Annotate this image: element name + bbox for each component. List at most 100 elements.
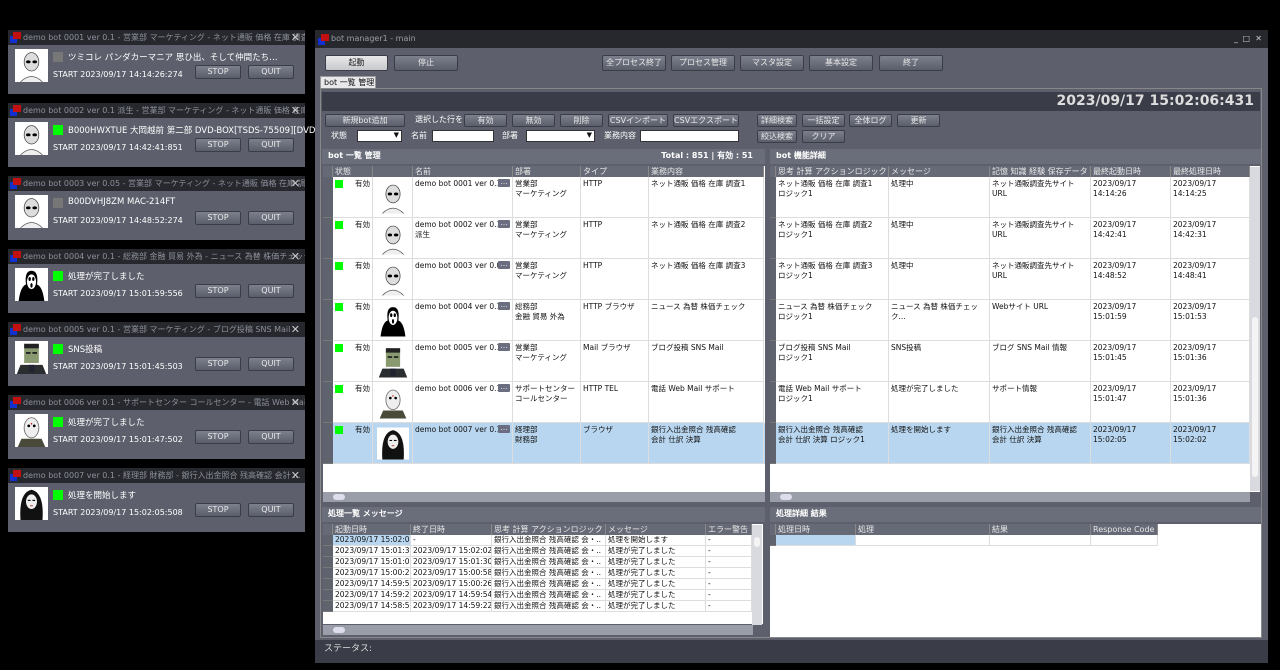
messages-vscrollbar[interactable] [752, 525, 762, 625]
table-row[interactable]: 電話 Web Mail サポート ロジック1 処理が完了しました サポート情報 202… [770, 382, 1250, 423]
detail-search-button[interactable]: 詳細検索 [757, 114, 797, 127]
table-row[interactable]: 2023/09/17 15:01:01 2023/09/17 15:01:30 銀行… [323, 557, 752, 568]
csv-import-button[interactable]: CSVインポート [608, 114, 668, 127]
table-row[interactable]: 銀行入出金照合 残高確認 会計 仕訳 決算 ロジック1 処理を開始します 銀行入出金… [770, 423, 1250, 464]
close-icon[interactable]: ✕ [291, 395, 300, 410]
close-icon[interactable]: ✕ [291, 468, 300, 483]
column-header[interactable]: 部署 [513, 166, 581, 177]
column-header[interactable]: メッセージ [606, 524, 706, 535]
table-row[interactable]: 有効 demo bot 0004 ver 0.1… 総務部 金融 貿易 外為 HTTP… [323, 300, 765, 341]
row-header[interactable] [323, 341, 333, 382]
stop-button[interactable]: STOP [195, 211, 241, 225]
table-row[interactable]: ネット通販 価格 在庫 調査1 ロジック1 処理中 ネット通販調査先サイトURL 20… [770, 177, 1250, 218]
stop-button[interactable]: STOP [195, 65, 241, 79]
column-header[interactable]: 結果 [990, 524, 1091, 535]
more-button[interactable]: … [498, 220, 510, 228]
table-row[interactable]: 2023/09/17 15:01:33 2023/09/17 15:02:02 銀行… [323, 546, 752, 557]
quit-button[interactable]: QUIT [248, 430, 294, 444]
more-button[interactable]: … [498, 179, 510, 187]
table-row[interactable]: ニュース 為替 株価チェック ロジック1 ニュース 為替 株価チェック... Web… [770, 300, 1250, 341]
quit-button[interactable]: QUIT [248, 138, 294, 152]
all-logs-button[interactable]: 全体ログ [849, 114, 892, 127]
column-header[interactable]: 記憶 知識 経験 保存データ [990, 166, 1091, 177]
bot-detail-hscrollbar[interactable] [770, 492, 1250, 502]
table-row[interactable]: 有効 demo bot 0006 ver 0.1… サポートセンター コールセンター… [323, 382, 765, 423]
column-header[interactable]: 終了日時 [411, 524, 492, 535]
table-row[interactable]: ブログ投稿 SNS Mail ロジック1 SNS投稿 ブログ SNS Mail 情報… [770, 341, 1250, 382]
row-header[interactable] [323, 546, 333, 557]
row-header[interactable] [323, 557, 333, 568]
table-row[interactable]: 有効 demo bot 0005 ver 0.1… 営業部 マーケティング Mail … [323, 341, 765, 382]
more-button[interactable]: … [498, 261, 510, 269]
column-header[interactable]: 業務内容 [649, 166, 764, 177]
row-header[interactable] [323, 218, 333, 259]
column-header[interactable]: 処理日時 [776, 524, 856, 535]
stop-button[interactable]: STOP [195, 503, 241, 517]
quit-button[interactable]: QUIT [248, 65, 294, 79]
maximize-button[interactable]: □ [1242, 30, 1250, 48]
row-header[interactable] [323, 177, 333, 218]
csv-export-button[interactable]: CSVエクスポート [673, 114, 739, 127]
quit-button[interactable]: QUIT [248, 503, 294, 517]
column-header[interactable]: 思考 計算 アクションロジック [492, 524, 606, 535]
all-process-end-button[interactable]: 全プロセス終了 [602, 55, 666, 71]
row-header[interactable] [323, 423, 333, 464]
table-row[interactable]: 2023/09/17 15:02:05- 銀行入出金照合 残高確認 会・.. 処理を… [323, 535, 752, 546]
more-button[interactable]: … [498, 384, 510, 392]
row-header[interactable] [323, 568, 333, 579]
new-bot-button[interactable]: 新規bot追加 [325, 114, 405, 127]
messages-hscrollbar[interactable] [323, 625, 753, 635]
column-header[interactable]: 処理 [856, 524, 990, 535]
more-button[interactable]: … [498, 343, 510, 351]
table-row[interactable]: 2023/09/17 14:59:57 2023/09/17 15:00:26 銀行… [323, 579, 752, 590]
delete-button[interactable]: 削除 [560, 114, 603, 127]
start-button[interactable]: 起動 [325, 55, 388, 71]
close-icon[interactable]: ✕ [291, 30, 300, 45]
column-header[interactable]: メッセージ [889, 166, 990, 177]
column-header[interactable]: 最終処理日時 [1171, 166, 1250, 177]
stop-button[interactable]: 停止 [394, 55, 458, 71]
stop-button[interactable]: STOP [195, 430, 241, 444]
bot-detail-vscrollbar[interactable] [1250, 167, 1260, 491]
close-icon[interactable]: ✕ [291, 322, 300, 337]
table-row[interactable]: 2023/09/17 14:58:53 2023/09/17 14:59:22 銀行… [323, 601, 752, 612]
row-header[interactable] [323, 579, 333, 590]
exit-button[interactable]: 終了 [879, 55, 943, 71]
column-header[interactable] [373, 166, 413, 177]
close-button[interactable]: ✕ [1255, 30, 1262, 48]
table-row[interactable]: 2023/09/17 15:00:29 2023/09/17 15:00:58 銀行… [323, 568, 752, 579]
dept-filter-select[interactable]: ▼ [526, 130, 595, 142]
table-row[interactable]: ネット通販 価格 在庫 調査2 ロジック1 処理中 ネット通販調査先サイトURL 20… [770, 218, 1250, 259]
refresh-button[interactable]: 更新 [897, 114, 940, 127]
column-header[interactable]: Response Code [1091, 524, 1158, 535]
table-row[interactable]: 2023/09/17 14:59:25 2023/09/17 14:59:54 銀行… [323, 590, 752, 601]
row-header[interactable] [323, 382, 333, 423]
table-row[interactable] [770, 535, 1158, 546]
basic-settings-button[interactable]: 基本設定 [809, 55, 873, 71]
name-filter-input[interactable] [432, 130, 494, 142]
table-row[interactable]: 有効 demo bot 0002 ver 0.1 派生… 営業部 マーケティング HT… [323, 218, 765, 259]
bulk-settings-button[interactable]: 一括設定 [802, 114, 845, 127]
column-header[interactable]: エラー警告 [706, 524, 752, 535]
row-header[interactable] [323, 535, 333, 546]
master-settings-button[interactable]: マスタ設定 [740, 55, 804, 71]
table-row[interactable]: ネット通販 価格 在庫 調査3 ロジック1 処理中 ネット通販調査先サイトURL 20… [770, 259, 1250, 300]
work-filter-input[interactable] [640, 130, 739, 142]
enable-button[interactable]: 有効 [464, 114, 507, 127]
close-icon[interactable]: ✕ [291, 103, 300, 118]
filter-search-button[interactable]: 絞込検索 [757, 130, 797, 143]
stop-button[interactable]: STOP [195, 284, 241, 298]
quit-button[interactable]: QUIT [248, 284, 294, 298]
column-header[interactable]: 起動日時 [333, 524, 411, 535]
column-header[interactable]: 状態 [333, 166, 373, 177]
more-button[interactable]: … [498, 425, 510, 433]
table-row[interactable]: 有効 demo bot 0003 ver 0.05… 営業部 マーケティング HTTP… [323, 259, 765, 300]
table-row[interactable]: 有効 demo bot 0001 ver 0.1… 営業部 マーケティング HTTP ネ… [323, 177, 765, 218]
stop-button[interactable]: STOP [195, 357, 241, 371]
status-filter-select[interactable]: ▼ [357, 130, 402, 142]
bot-list-hscrollbar[interactable] [323, 492, 765, 502]
minimize-button[interactable]: _ [1234, 30, 1238, 48]
close-icon[interactable]: ✕ [291, 176, 300, 191]
process-manage-button[interactable]: プロセス管理 [671, 55, 735, 71]
column-header[interactable]: タイプ [581, 166, 649, 177]
